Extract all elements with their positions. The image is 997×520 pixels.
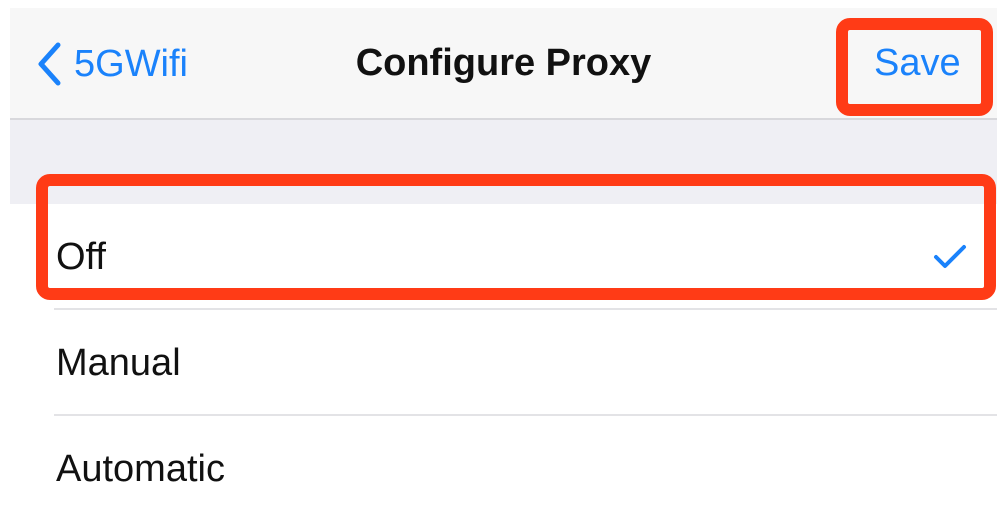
- proxy-option-manual[interactable]: Manual: [10, 310, 997, 416]
- proxy-option-label: Manual: [56, 342, 181, 384]
- page-title-text: Configure Proxy: [355, 42, 652, 84]
- group-spacer: [10, 120, 997, 204]
- proxy-option-automatic[interactable]: Automatic: [10, 416, 997, 520]
- back-button-label: 5GWifi: [74, 42, 188, 85]
- proxy-option-label: Off: [56, 236, 106, 278]
- chevron-left-icon: [36, 41, 62, 87]
- save-button[interactable]: Save: [874, 42, 961, 85]
- navigation-bar: 5GWifi Configure Proxy Save: [10, 8, 997, 120]
- proxy-options-list: Off Manual Automatic: [10, 204, 997, 520]
- proxy-option-label: Automatic: [56, 448, 225, 490]
- configure-proxy-screen: 5GWifi Configure Proxy Save Off Manual A…: [0, 0, 997, 520]
- back-button[interactable]: 5GWifi: [36, 38, 188, 90]
- proxy-option-off[interactable]: Off: [10, 204, 997, 310]
- checkmark-icon: [933, 244, 967, 275]
